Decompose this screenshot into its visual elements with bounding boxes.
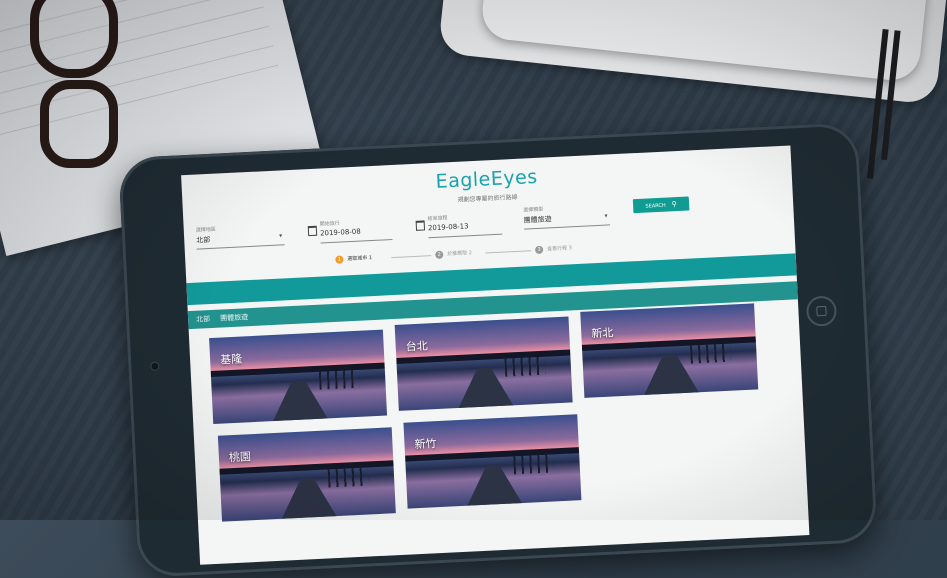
- category-select[interactable]: 選擇類型 團體旅遊 ▾: [523, 202, 611, 230]
- search-button[interactable]: SEARCH ⚲: [632, 196, 690, 214]
- chevron-down-icon: ▾: [604, 212, 608, 220]
- step-2[interactable]: 2 於推薦取 2: [435, 249, 472, 259]
- city-name: 新竹: [414, 437, 437, 452]
- step-connector: [391, 255, 432, 259]
- city-card-taipei[interactable]: 台北: [394, 316, 573, 411]
- calendar-icon[interactable]: [307, 225, 318, 237]
- city-card-taoyuan[interactable]: 桃園: [217, 427, 396, 522]
- step-1[interactable]: 1 選取城市 1: [335, 254, 372, 264]
- step-number: 3: [534, 245, 544, 255]
- city-card-new-taipei[interactable]: 新北: [580, 303, 759, 398]
- city-card-hsinchu[interactable]: 新竹: [403, 414, 582, 509]
- start-date-field[interactable]: 開始旅行 2019-08-08: [319, 217, 393, 244]
- search-button-label: SEARCH: [645, 202, 666, 210]
- step-3[interactable]: 3 查看行程 3: [534, 244, 573, 255]
- tablet-device: EagleEyes 規劃您專屬的旅行路線 選擇地區 北部 ▾ 開始旅行 2019…: [118, 122, 878, 578]
- end-date-value: 2019-08-13: [427, 222, 469, 233]
- step-number: 2: [435, 250, 444, 259]
- city-card-keelung[interactable]: 基隆: [209, 329, 388, 424]
- step-number: 1: [335, 255, 344, 264]
- stepper: 1 選取城市 1 2 於推薦取 2 3 查看行程 3: [335, 245, 572, 268]
- eyeglasses: [20, 0, 130, 168]
- city-name: 台北: [405, 339, 429, 354]
- step-label: 選取城市 1: [347, 255, 373, 263]
- breadcrumb-item[interactable]: 團體旅遊: [220, 313, 248, 322]
- region-select[interactable]: 選擇地區 北部 ▾: [195, 222, 285, 250]
- camera-icon: [150, 361, 160, 371]
- city-name: 桃園: [228, 450, 252, 465]
- chevron-down-icon: ▾: [278, 232, 283, 240]
- breadcrumb-item[interactable]: 北部: [196, 315, 210, 324]
- calendar-icon[interactable]: [415, 220, 426, 231]
- step-label: 查看行程 3: [547, 245, 573, 253]
- category-value: 團體旅遊: [523, 215, 552, 225]
- step-label: 於推薦取 2: [447, 250, 473, 258]
- end-date-field[interactable]: 結束旅程 2019-08-13: [427, 211, 503, 239]
- home-button[interactable]: [805, 295, 838, 327]
- region-value: 北部: [196, 235, 211, 245]
- search-icon: ⚲: [671, 200, 677, 209]
- step-connector: [485, 250, 532, 254]
- tablet-screen: EagleEyes 規劃您專屬的旅行路線 選擇地區 北部 ▾ 開始旅行 2019…: [181, 145, 810, 565]
- city-name: 新北: [591, 326, 614, 341]
- start-date-value: 2019-08-08: [319, 227, 361, 238]
- city-name: 基隆: [219, 352, 243, 367]
